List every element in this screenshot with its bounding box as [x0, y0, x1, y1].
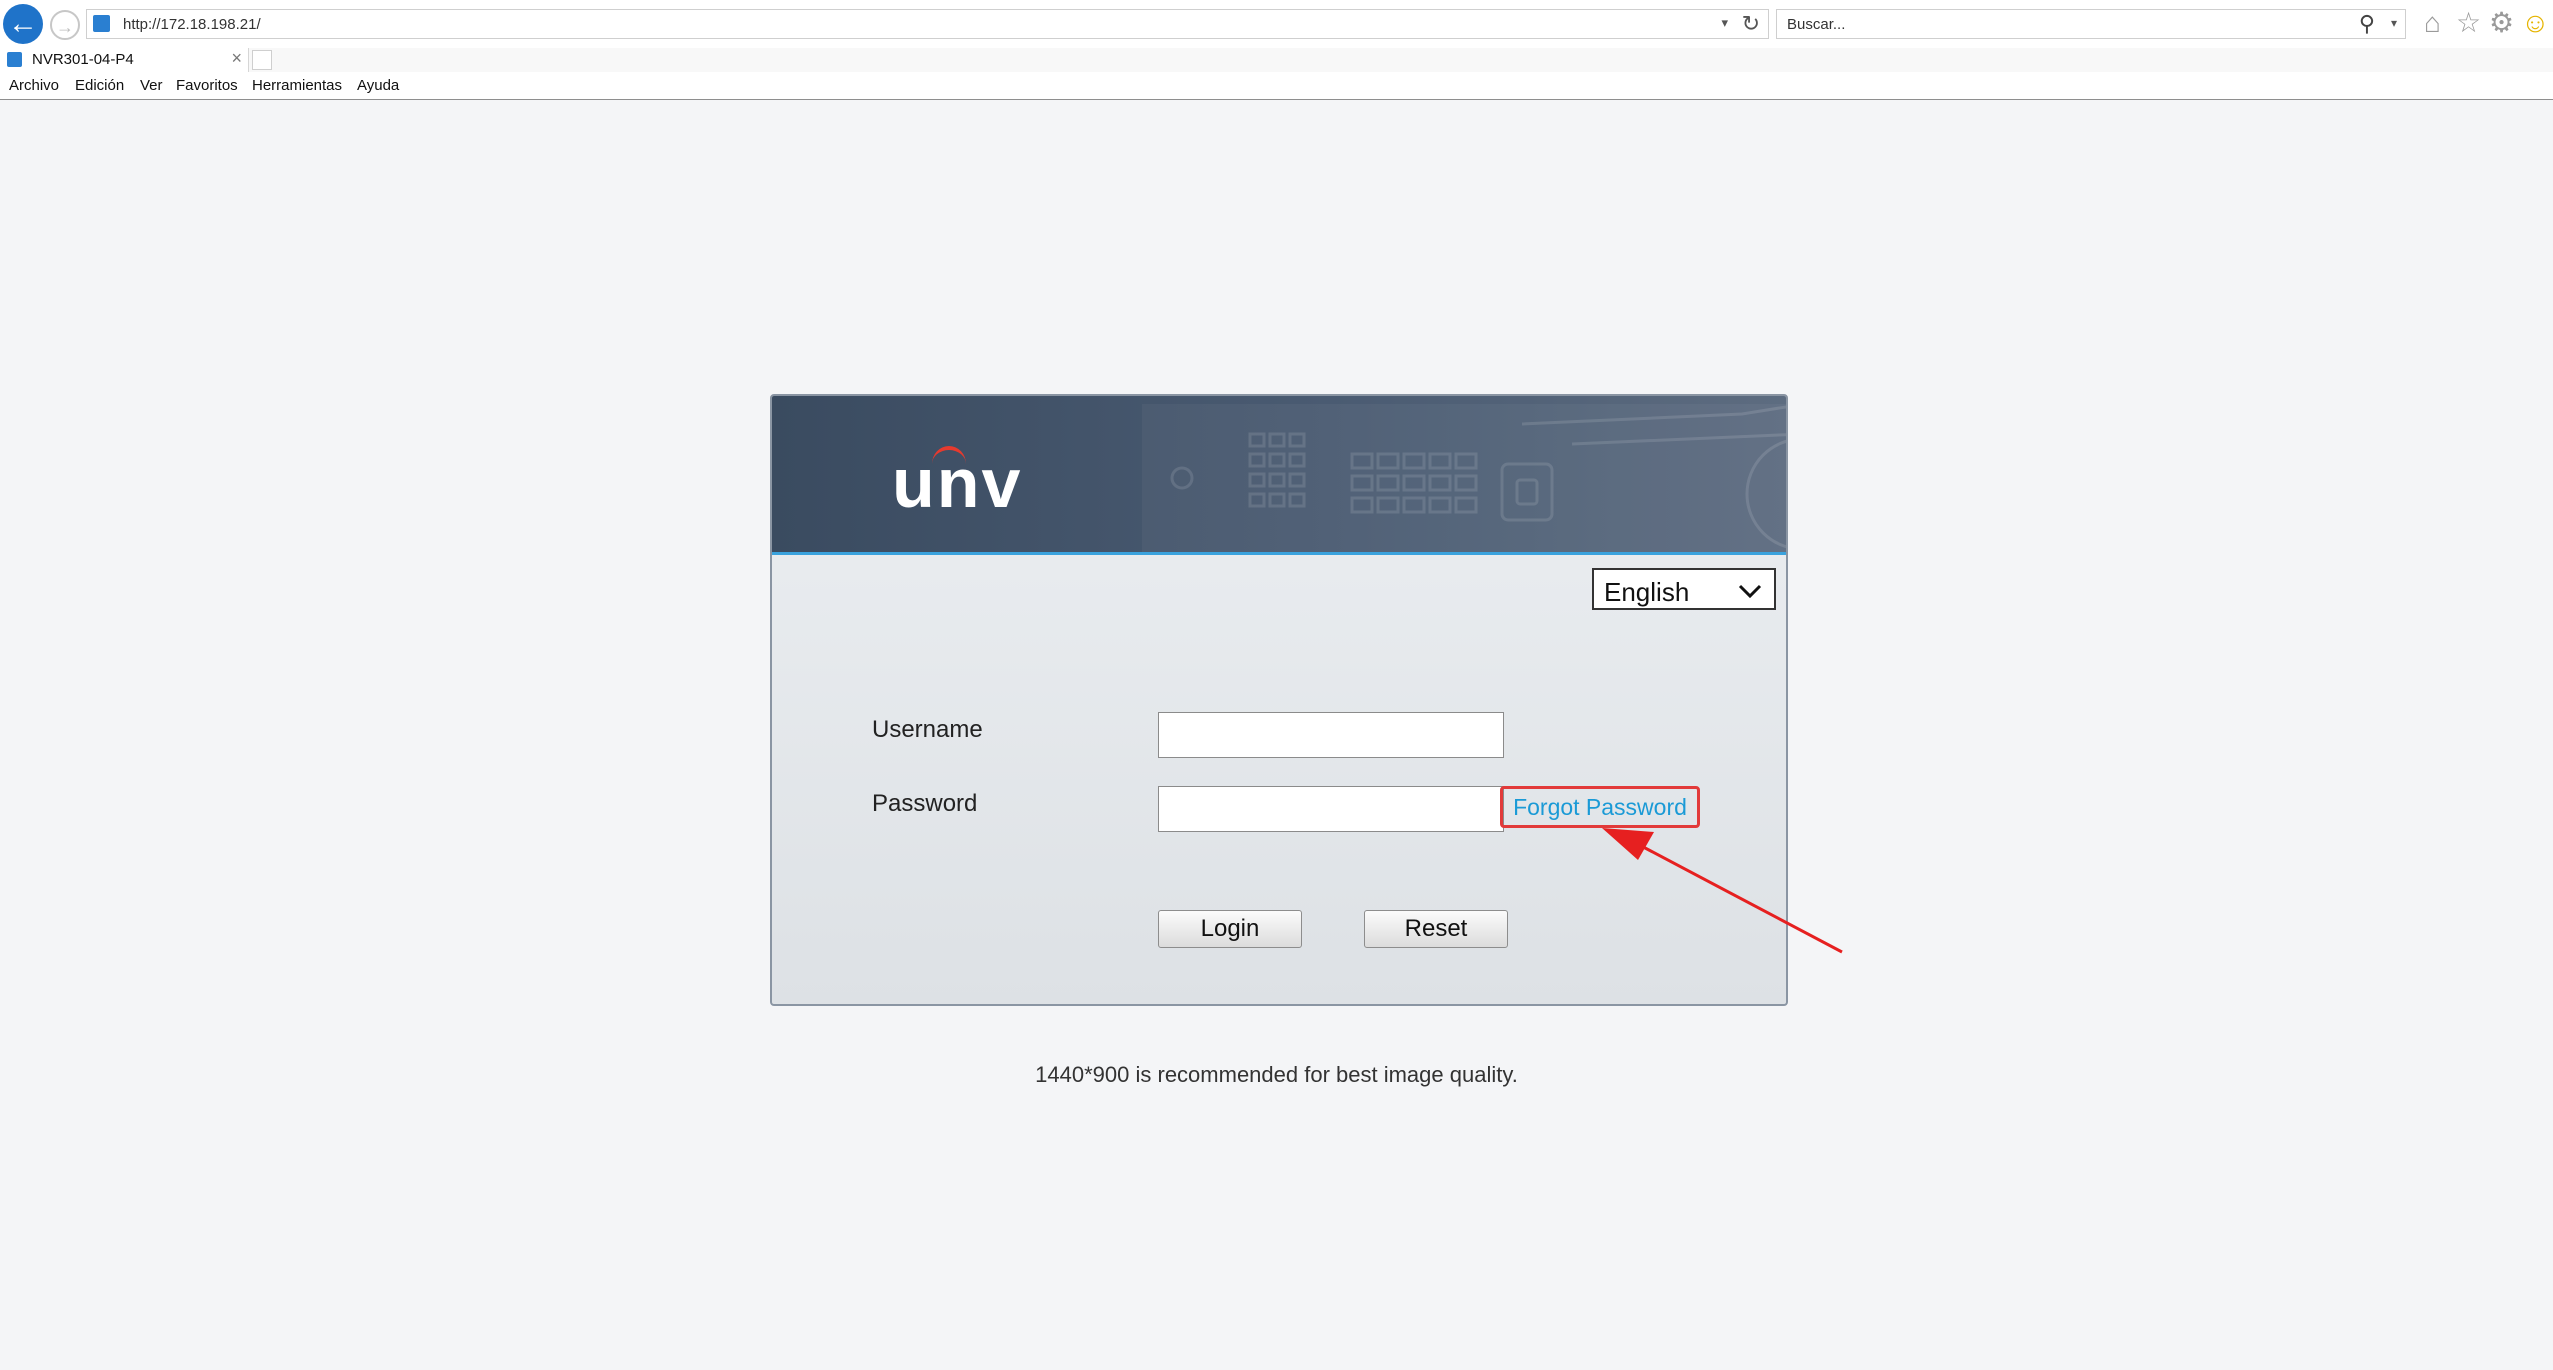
resolution-hint: 1440*900 is recommended for best image q…	[1035, 1062, 1518, 1087]
menu-favoritos[interactable]: Favoritos	[176, 77, 238, 94]
browser-address-bar: ← → http://172.18.198.21/ ▾ ↻ Buscar... …	[0, 0, 2553, 49]
login-banner: unv	[772, 396, 1786, 555]
search-placeholder: Buscar...	[1787, 16, 1846, 33]
menu-archivo[interactable]: Archivo	[9, 77, 59, 94]
menu-ayuda[interactable]: Ayuda	[357, 77, 399, 94]
new-tab-button[interactable]	[252, 50, 272, 70]
url-text[interactable]: http://172.18.198.21/	[123, 16, 261, 33]
tab-nvr[interactable]: NVR301-04-P4 ×	[0, 48, 249, 72]
language-value: English	[1604, 577, 1690, 607]
favorites-star-icon[interactable]: ☆	[2456, 5, 2481, 41]
password-input[interactable]	[1158, 786, 1504, 832]
username-label: Username	[872, 716, 983, 743]
username-input[interactable]	[1158, 712, 1504, 758]
menu-edicion[interactable]: Edición	[75, 77, 124, 94]
menu-herramientas[interactable]: Herramientas	[252, 77, 342, 94]
forward-arrow-icon[interactable]: →	[50, 10, 80, 40]
search-dropdown-icon[interactable]: ▾	[2391, 16, 2397, 30]
chevron-down-icon	[1738, 584, 1762, 599]
browser-menu-bar: Archivo Edición Ver Favoritos Herramient…	[0, 72, 2553, 100]
tab-title: NVR301-04-P4	[32, 51, 134, 68]
site-favicon-icon	[93, 15, 110, 32]
close-icon[interactable]: ×	[231, 48, 242, 69]
home-icon[interactable]: ⌂	[2424, 5, 2441, 41]
settings-gear-icon[interactable]: ⚙	[2489, 5, 2514, 41]
back-arrow-icon[interactable]: ←	[3, 4, 43, 44]
search-icon[interactable]: ⚲	[2359, 11, 2375, 37]
menu-ver[interactable]: Ver	[140, 77, 163, 94]
refresh-icon[interactable]: ↻	[1742, 11, 1760, 37]
url-dropdown-icon[interactable]: ▾	[1721, 15, 1728, 31]
browser-tab-bar: NVR301-04-P4 ×	[0, 48, 2553, 72]
url-input[interactable]: http://172.18.198.21/ ▾ ↻	[86, 9, 1769, 39]
password-label: Password	[872, 790, 978, 817]
unv-logo: unv	[892, 444, 1023, 522]
language-select[interactable]: English	[1592, 568, 1776, 610]
tab-favicon-icon	[7, 52, 22, 67]
reset-button[interactable]: Reset	[1364, 910, 1508, 948]
feedback-smiley-icon[interactable]: ☺	[2521, 5, 2550, 41]
nvr-device-illustration	[1142, 404, 1786, 552]
annotation-arrow-icon	[1602, 828, 1843, 954]
search-input[interactable]: Buscar... ⚲ ▾	[1776, 9, 2406, 39]
login-button[interactable]: Login	[1158, 910, 1302, 948]
